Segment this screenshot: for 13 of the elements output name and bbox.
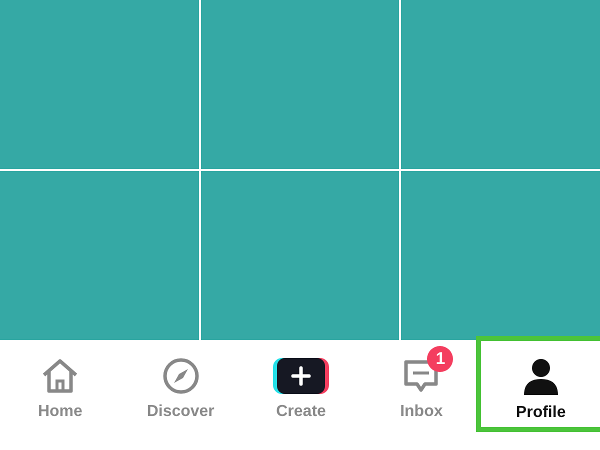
video-thumbnail[interactable] <box>200 0 400 169</box>
video-thumbnail[interactable] <box>401 171 600 340</box>
video-thumbnail[interactable] <box>0 0 199 169</box>
video-thumbnail[interactable] <box>0 171 199 340</box>
compass-icon <box>160 356 201 396</box>
notification-badge: 1 <box>427 346 454 372</box>
tab-button[interactable]: Home <box>0 340 120 450</box>
tab-button[interactable]: Discover <box>120 340 241 450</box>
video-thumbnail[interactable] <box>200 171 400 340</box>
plus-icon <box>273 358 330 394</box>
tab-button[interactable]: Create <box>240 340 362 450</box>
tab-button[interactable]: Profile <box>476 336 600 432</box>
video-thumbnail[interactable] <box>401 0 600 169</box>
